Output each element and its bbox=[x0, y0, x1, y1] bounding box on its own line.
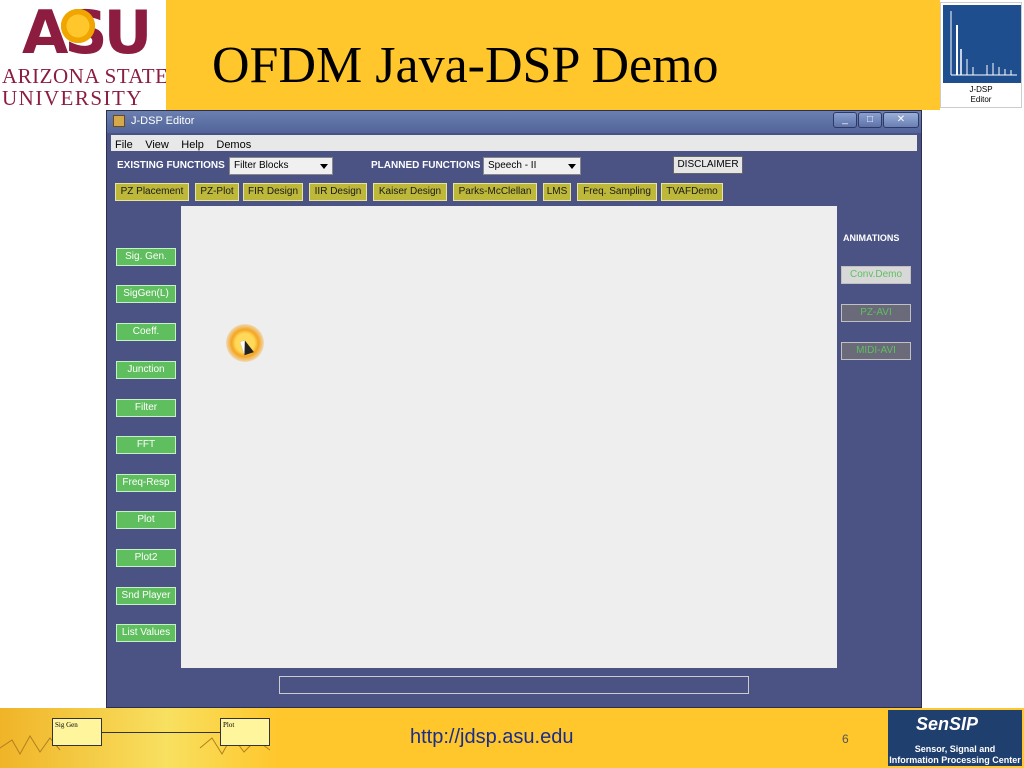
close-button[interactable]: ✕ bbox=[883, 112, 919, 128]
status-bar bbox=[279, 676, 749, 694]
asu-logo: ASU ARIZONA STATE UNIVERSITY bbox=[0, 0, 168, 110]
tvafdemo-button[interactable]: TVAFDemo bbox=[661, 183, 723, 201]
sensip-subtitle-line2: Information Processing Center bbox=[889, 755, 1021, 765]
kaiser-design-button[interactable]: Kaiser Design bbox=[373, 183, 447, 201]
sensip-subtitle-line1: Sensor, Signal and bbox=[914, 744, 996, 754]
parks-mcclellan-button[interactable]: Parks-McClellan bbox=[453, 183, 537, 201]
iir-design-button[interactable]: IIR Design bbox=[309, 183, 367, 201]
block-list-values[interactable]: List Values bbox=[116, 624, 176, 642]
footer-block-diagram: Sig Gen Plot bbox=[0, 708, 278, 768]
conv-demo-button[interactable]: Conv.Demo bbox=[841, 266, 911, 284]
slide: ASU ARIZONA STATE UNIVERSITY OFDM Java-D… bbox=[0, 0, 1024, 768]
existing-functions-label: EXISTING FUNCTIONS bbox=[117, 160, 225, 171]
block-fft[interactable]: FFT bbox=[116, 436, 176, 454]
lms-button[interactable]: LMS bbox=[543, 183, 571, 201]
slide-title: OFDM Java-DSP Demo bbox=[212, 37, 719, 94]
jdsp-caption-line2: Editor bbox=[970, 95, 992, 104]
fir-design-button[interactable]: FIR Design bbox=[243, 183, 303, 201]
freq-sampling-button[interactable]: Freq. Sampling bbox=[577, 183, 657, 201]
slide-header: ASU ARIZONA STATE UNIVERSITY OFDM Java-D… bbox=[0, 0, 1024, 110]
page-number: 6 bbox=[842, 732, 849, 746]
disclaimer-button[interactable]: DISCLAIMER bbox=[673, 156, 743, 174]
sensip-logo: SenSIP Sensor, Signal and Information Pr… bbox=[888, 710, 1022, 766]
footer-siggen-block: Sig Gen bbox=[52, 718, 102, 746]
menu-bar: File View Help Demos bbox=[111, 135, 917, 151]
planned-functions-select[interactable]: Speech - II bbox=[483, 157, 581, 175]
connection-line bbox=[102, 732, 220, 733]
spectrum-plot-icon bbox=[943, 5, 1021, 83]
slide-footer: Sig Gen Plot http://jdsp.asu.edu 6 SenSI… bbox=[0, 708, 1024, 768]
planned-functions-value: Speech - II bbox=[488, 160, 537, 171]
block-freq-resp[interactable]: Freq-Resp bbox=[116, 474, 176, 492]
jdsp-editor-window: J-DSP Editor _ □ ✕ File View Help Demos … bbox=[106, 110, 922, 708]
block-canvas[interactable] bbox=[181, 206, 837, 668]
window-titlebar[interactable]: J-DSP Editor _ □ ✕ bbox=[107, 111, 921, 133]
block-siggen-l[interactable]: SigGen(L) bbox=[116, 285, 176, 303]
midi-avi-button[interactable]: MIDI-AVI bbox=[841, 342, 911, 360]
animations-label: ANIMATIONS bbox=[843, 233, 900, 243]
menu-demos[interactable]: Demos bbox=[212, 137, 255, 153]
chevron-down-icon bbox=[568, 164, 576, 169]
pz-plot-button[interactable]: PZ-Plot bbox=[195, 183, 239, 201]
menu-file[interactable]: File bbox=[111, 137, 137, 153]
sun-icon bbox=[58, 6, 98, 46]
footer-url-link[interactable]: http://jdsp.asu.edu bbox=[410, 726, 573, 749]
pz-avi-button[interactable]: PZ-AVI bbox=[841, 304, 911, 322]
block-filter[interactable]: Filter bbox=[116, 399, 176, 417]
block-snd-player[interactable]: Snd Player bbox=[116, 587, 176, 605]
existing-functions-value: Filter Blocks bbox=[234, 160, 289, 171]
menu-view[interactable]: View bbox=[141, 137, 173, 153]
jdsp-caption: J-DSP Editor bbox=[941, 85, 1021, 105]
block-plot[interactable]: Plot bbox=[116, 511, 176, 529]
block-sig-gen[interactable]: Sig. Gen. bbox=[116, 248, 176, 266]
asu-name-line2: UNIVERSITY bbox=[2, 86, 143, 110]
window-title: J-DSP Editor bbox=[131, 115, 195, 127]
chevron-down-icon bbox=[320, 164, 328, 169]
footer-plot-block: Plot bbox=[220, 718, 270, 746]
sensip-title: SenSIP bbox=[916, 714, 979, 734]
block-coeff[interactable]: Coeff. bbox=[116, 323, 176, 341]
jdsp-caption-line1: J-DSP bbox=[969, 85, 993, 94]
block-plot2[interactable]: Plot2 bbox=[116, 549, 176, 567]
existing-functions-select[interactable]: Filter Blocks bbox=[229, 157, 333, 175]
function-toolbar: EXISTING FUNCTIONS Filter Blocks PLANNED… bbox=[111, 155, 917, 179]
jdsp-logo: J-DSP Editor bbox=[940, 2, 1022, 108]
menu-help[interactable]: Help bbox=[177, 137, 208, 153]
minimize-button[interactable]: _ bbox=[833, 112, 857, 128]
maximize-button[interactable]: □ bbox=[858, 112, 882, 128]
block-junction[interactable]: Junction bbox=[116, 361, 176, 379]
pz-placement-button[interactable]: PZ Placement bbox=[115, 183, 189, 201]
java-icon bbox=[113, 115, 125, 127]
planned-functions-label: PLANNED FUNCTIONS bbox=[371, 160, 481, 171]
